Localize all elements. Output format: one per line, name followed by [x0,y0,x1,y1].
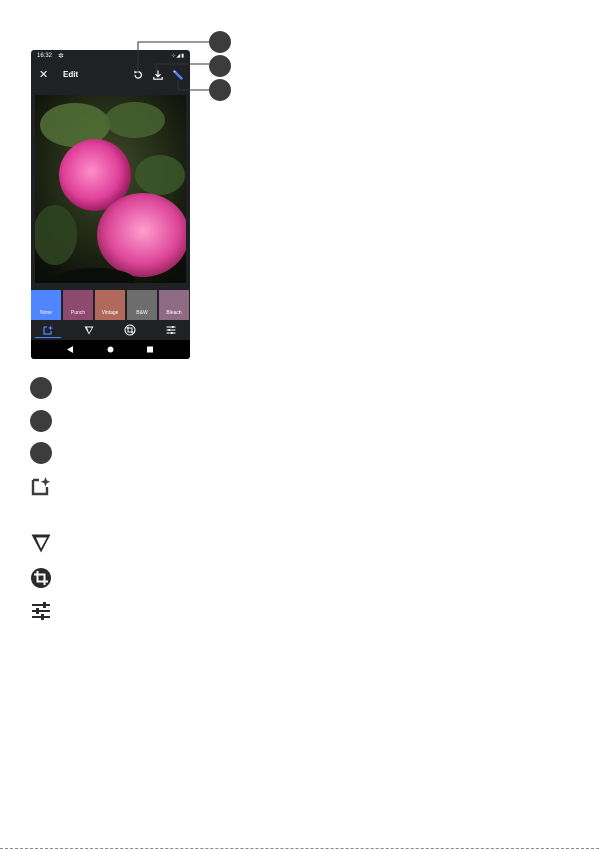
legend-bullet-3 [30,442,52,464]
callout-leaders [137,41,209,91]
callout-1 [209,31,231,53]
legend-bullet-1 [30,377,52,399]
legend-bullet-2 [30,410,52,432]
crop-rotate-icon [31,568,51,588]
callout-3 [209,79,231,101]
filters-icon [31,534,51,553]
auto-enhance-icon [31,477,51,496]
page-bottom-rule [0,848,599,849]
callout-2 [209,55,231,77]
adjust-sliders-icon [32,602,50,620]
